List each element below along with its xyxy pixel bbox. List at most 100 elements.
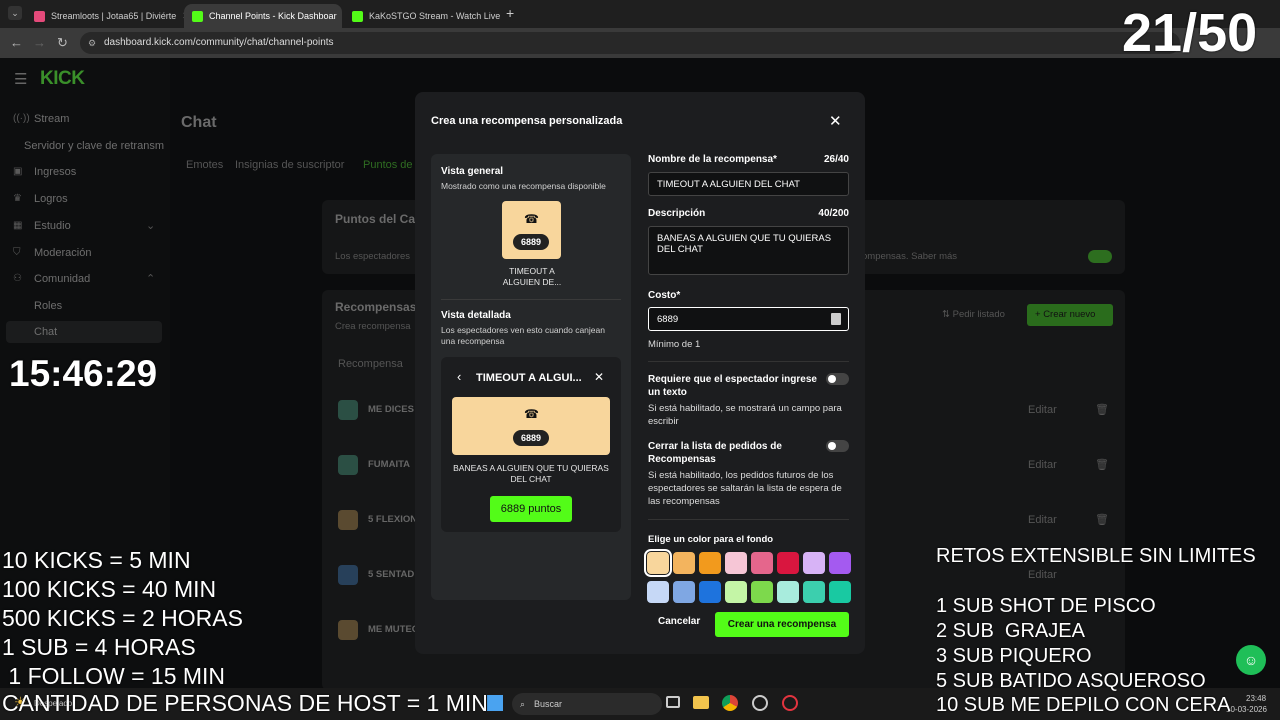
reward-icon bbox=[338, 620, 358, 640]
sidebar-item-server-key[interactable]: Servidor y clave de retransm bbox=[0, 135, 165, 157]
reward-icon bbox=[338, 510, 358, 530]
sidebar-item-estudio[interactable]: ▦ Estudio ⌄ bbox=[0, 215, 165, 237]
color-swatch[interactable] bbox=[803, 581, 825, 603]
back-icon[interactable]: ← bbox=[10, 35, 23, 50]
color-swatch[interactable] bbox=[725, 552, 747, 574]
reward-name-input[interactable]: TIMEOUT A ALGUIEN DEL CHAT bbox=[648, 172, 849, 196]
color-swatch[interactable] bbox=[644, 549, 672, 577]
forward-icon[interactable]: → bbox=[33, 35, 46, 50]
taskbar-search-label: Buscar bbox=[534, 699, 563, 709]
trophy-icon: ♛ bbox=[13, 193, 22, 204]
color-swatch[interactable] bbox=[647, 581, 669, 603]
chevron-up-icon: ⌃ bbox=[146, 273, 156, 285]
tab-list-icon[interactable]: ⌄ bbox=[8, 6, 22, 20]
windows-start-icon[interactable] bbox=[487, 695, 503, 711]
create-reward-button[interactable]: Crear una recompensa bbox=[715, 612, 849, 637]
close-queue-help: Si está habilitado, los pedidos futuros … bbox=[648, 470, 842, 507]
color-swatch[interactable] bbox=[829, 552, 851, 574]
section-title: Puntos del Ca bbox=[335, 212, 416, 226]
color-swatch[interactable] bbox=[725, 581, 747, 603]
kick-logo[interactable]: KICK bbox=[40, 68, 85, 90]
rule-line: 500 KICKS = 2 HORAS bbox=[2, 605, 243, 631]
obs-icon[interactable] bbox=[782, 695, 798, 711]
trash-icon[interactable]: 🗑 bbox=[1095, 458, 1109, 471]
redeem-points-button: 6889 puntos bbox=[490, 496, 572, 522]
url-field[interactable]: ⚙ dashboard.kick.com/community/chat/chan… bbox=[80, 32, 1180, 54]
site-info-icon[interactable]: ⚙ bbox=[88, 32, 96, 54]
stream-clock: 15:46:29 bbox=[9, 353, 158, 394]
crear-nuevo-button[interactable]: + Crear nuevo bbox=[1027, 304, 1113, 326]
cost-input[interactable]: 6889 bbox=[648, 307, 849, 331]
page-title: Chat bbox=[181, 114, 217, 131]
channel-points-toggle[interactable] bbox=[1088, 250, 1112, 263]
color-swatch[interactable] bbox=[673, 581, 695, 603]
edit-link[interactable]: Editar bbox=[1028, 404, 1057, 416]
reward-icon bbox=[338, 400, 358, 420]
sidebar-item-stream[interactable]: ((·)) Stream bbox=[0, 108, 165, 130]
edit-link[interactable]: Editar bbox=[1028, 514, 1057, 526]
hamburger-menu-icon[interactable]: ☰ bbox=[14, 70, 27, 88]
color-swatch[interactable] bbox=[751, 581, 773, 603]
kick-icon bbox=[352, 10, 363, 22]
color-swatch[interactable] bbox=[803, 552, 825, 574]
host-rule-line: CANTIDAD DE PERSONAS DE HOST = 1 MIN bbox=[2, 690, 488, 716]
trash-icon[interactable]: 🗑 bbox=[1095, 513, 1109, 526]
section-description: Los espectadores bbox=[335, 251, 410, 262]
tab-channel-points[interactable]: Channel Points - Kick Dashboar ✕ bbox=[184, 4, 342, 28]
trash-icon[interactable]: 🗑 bbox=[1095, 403, 1109, 416]
create-reward-modal: Crea una recompensa personalizada ✕ Vist… bbox=[415, 92, 865, 654]
new-tab-icon[interactable]: + bbox=[506, 5, 514, 21]
sidebar-item-moderacion[interactable]: ⛉ Moderación bbox=[0, 242, 165, 264]
divider bbox=[648, 519, 849, 520]
color-swatch[interactable] bbox=[751, 552, 773, 574]
close-queue-toggle[interactable] bbox=[826, 440, 849, 452]
support-chat-icon[interactable]: ☺ bbox=[1236, 645, 1266, 675]
cost-badge: 6889 bbox=[513, 430, 549, 446]
phone-icon: ☎ bbox=[524, 212, 539, 226]
tab-insignias[interactable]: Insignias de suscriptor bbox=[235, 159, 344, 171]
description-textarea[interactable]: BANEAS A ALGUIEN QUE TU QUIERAS DEL CHAT bbox=[648, 226, 849, 275]
sidebar-item-label: Stream bbox=[34, 113, 70, 125]
reload-icon[interactable]: ↻ bbox=[57, 35, 68, 51]
rule-line: 100 KICKS = 40 MIN bbox=[2, 576, 217, 602]
sidebar-item-logros[interactable]: ♛ Logros bbox=[0, 188, 165, 210]
color-swatch[interactable] bbox=[829, 581, 851, 603]
sidebar-item-comunidad[interactable]: ⚇ Comunidad ⌃ bbox=[0, 268, 165, 290]
file-explorer-icon[interactable] bbox=[693, 696, 709, 709]
detail-tile: ☎ 6889 bbox=[452, 397, 610, 455]
edit-link[interactable]: Editar bbox=[1028, 459, 1057, 471]
color-swatch[interactable] bbox=[699, 581, 721, 603]
sidebar-item-roles[interactable]: Roles bbox=[0, 295, 165, 317]
pedir-listado-label: Pedir listado bbox=[952, 309, 1005, 320]
color-swatch[interactable] bbox=[699, 552, 721, 574]
sidebar-item-label: Chat bbox=[34, 326, 58, 338]
app-icon[interactable] bbox=[752, 695, 768, 711]
name-char-count: 26/40 bbox=[823, 154, 849, 165]
sidebar-item-label: Roles bbox=[34, 300, 63, 312]
edit-link[interactable]: Editar bbox=[1028, 569, 1057, 581]
tab-emotes[interactable]: Emotes bbox=[186, 159, 223, 171]
url-text: dashboard.kick.com/community/chat/channe… bbox=[104, 37, 334, 48]
challenge-line: 5 SUB BATIDO ASQUEROSO bbox=[936, 670, 1206, 692]
task-view-icon[interactable] bbox=[666, 696, 680, 708]
taskbar-search[interactable]: ⌕ Buscar bbox=[512, 693, 662, 715]
color-swatch[interactable] bbox=[673, 552, 695, 574]
rule-line: 10 KICKS = 5 MIN bbox=[2, 547, 191, 573]
require-text-toggle[interactable] bbox=[826, 373, 849, 385]
color-swatch[interactable] bbox=[777, 581, 799, 603]
tab-puntos[interactable]: Puntos de bbox=[363, 159, 413, 171]
modal-title: Crea una recompensa personalizada bbox=[431, 115, 623, 127]
chrome-icon[interactable] bbox=[722, 695, 738, 711]
pedir-listado-button[interactable]: ⇅ Pedir listado bbox=[942, 309, 1005, 320]
challenge-line: 2 SUB GRAJEA bbox=[936, 620, 1085, 642]
color-swatch[interactable] bbox=[777, 552, 799, 574]
sidebar-item-ingresos[interactable]: ▣ Ingresos bbox=[0, 161, 165, 183]
cancel-button[interactable]: Cancelar bbox=[658, 616, 700, 627]
tab-streamloots[interactable]: Streamloots | Jotaa65 | Diviérte ✕ bbox=[26, 4, 184, 28]
stepper-icon[interactable] bbox=[831, 313, 841, 325]
close-icon[interactable]: ✕ bbox=[829, 112, 842, 130]
sidebar-item-chat[interactable]: Chat bbox=[6, 321, 162, 343]
divider bbox=[441, 299, 621, 300]
tab-kakostgo[interactable]: KaKoSTGO Stream - Watch Live ✕ bbox=[344, 4, 500, 28]
reward-name: 5 FLEXION bbox=[368, 514, 418, 525]
